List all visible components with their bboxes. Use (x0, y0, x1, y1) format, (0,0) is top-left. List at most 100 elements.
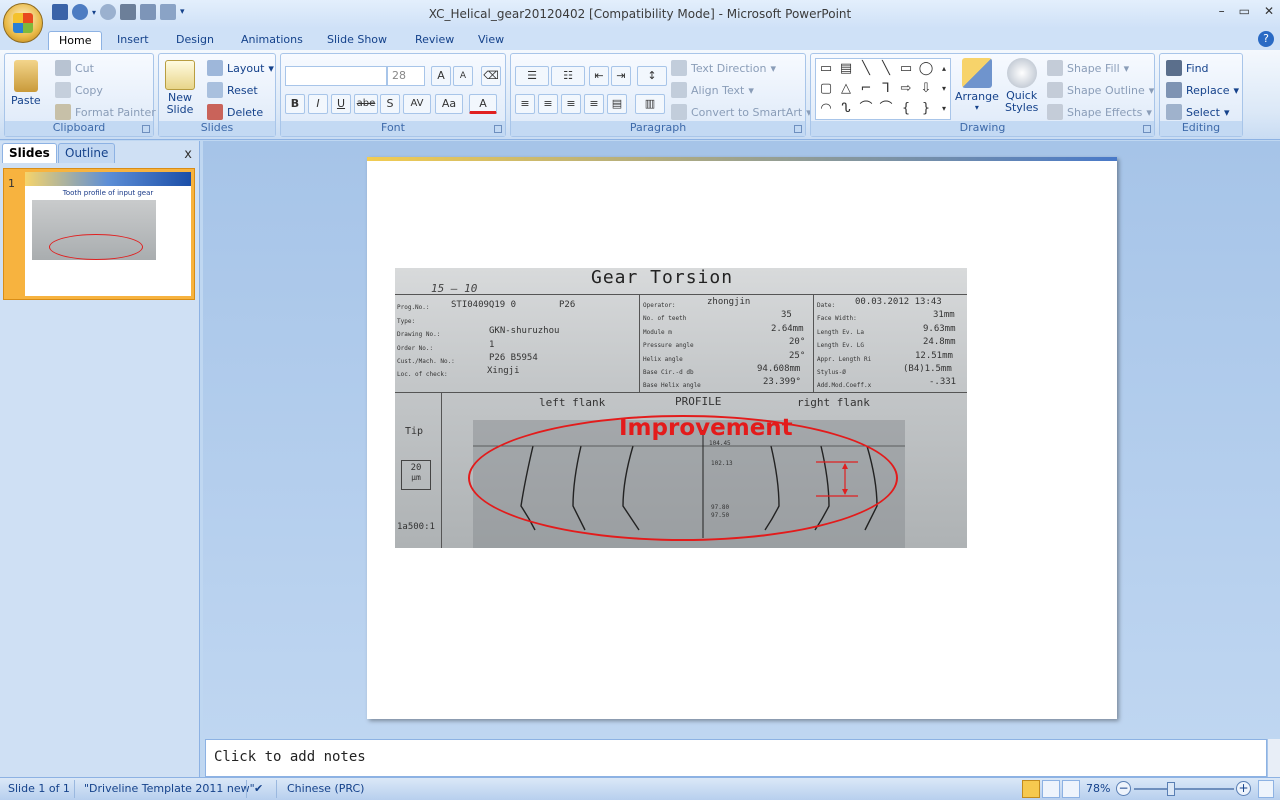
maximize-button[interactable]: ▭ (1239, 4, 1250, 18)
convert-smartart-button[interactable]: Convert to SmartArt ▾ (671, 104, 812, 120)
language-indicator[interactable]: Chinese (PRC) (287, 782, 364, 795)
tab-slide-show[interactable]: Slide Show (317, 31, 397, 50)
tab-home[interactable]: Home (48, 31, 103, 50)
char-spacing-button[interactable]: AV (403, 94, 431, 114)
shrink-font-button[interactable]: A (453, 66, 473, 86)
help-icon[interactable]: ? (1258, 31, 1274, 47)
normal-view-icon[interactable] (1022, 780, 1040, 798)
shape-elbow[interactable]: ⌐ (858, 81, 874, 97)
paragraph-launcher-icon[interactable] (794, 125, 802, 133)
shape-arc[interactable]: ◠ (818, 101, 834, 117)
tab-animations[interactable]: Animations (231, 31, 313, 50)
columns-button[interactable]: ▥ (635, 94, 665, 114)
shape-right-arrow[interactable]: ⇨ (898, 81, 914, 97)
close-button[interactable]: ✕ (1264, 4, 1274, 18)
copy-button[interactable]: Copy (55, 82, 103, 98)
shape-oval[interactable]: ◯ (918, 61, 934, 77)
zoom-slider-thumb[interactable] (1167, 782, 1175, 796)
notes-scrollbar[interactable] (1267, 739, 1280, 777)
shape-curve[interactable]: ⌒ (858, 101, 874, 117)
align-center-button[interactable]: ≡ (538, 94, 558, 114)
bullets-button[interactable]: ☰ (515, 66, 549, 86)
close-pane-icon[interactable]: x (184, 147, 192, 162)
shape-elbow-arrow[interactable]: ⅂ (878, 81, 894, 97)
font-launcher-icon[interactable] (494, 125, 502, 133)
shape-vtextbox[interactable]: ▤ (838, 61, 854, 77)
text-direction-button[interactable]: Text Direction ▾ (671, 60, 776, 76)
zoom-slider-track[interactable] (1134, 788, 1234, 790)
tab-review[interactable]: Review (405, 31, 464, 50)
italic-button[interactable]: I (308, 94, 328, 114)
shape-curve-2[interactable]: ⌒ (878, 101, 894, 117)
bold-button[interactable]: B (285, 94, 305, 114)
quick-styles-button[interactable]: Quick Styles (1005, 58, 1038, 114)
reset-button[interactable]: Reset (207, 82, 258, 98)
zoom-in-icon[interactable]: + (1236, 781, 1251, 796)
shape-outline-button[interactable]: Shape Outline ▾ (1047, 82, 1154, 98)
drawing-launcher-icon[interactable] (1143, 125, 1151, 133)
grow-font-button[interactable]: A (431, 66, 451, 86)
paste-button[interactable]: Paste (11, 60, 41, 107)
notes-pane[interactable]: Click to add notes (205, 739, 1267, 777)
improvement-label[interactable]: Improvement (619, 415, 793, 441)
format-painter-button[interactable]: Format Painter (55, 104, 156, 120)
shape-triangle[interactable]: △ (838, 81, 854, 97)
slide-canvas[interactable]: Gear Torsion 15 — 10 Prog.No.: STI0409Q1… (367, 157, 1117, 719)
delete-button[interactable]: Delete (207, 104, 263, 120)
slideshow-view-icon[interactable] (1062, 780, 1080, 798)
justify-button[interactable]: ≡ (584, 94, 604, 114)
shape-effects-button[interactable]: Shape Effects ▾ (1047, 104, 1152, 120)
arrange-button[interactable]: Arrange ▾ (955, 58, 999, 112)
clipboard-launcher-icon[interactable] (142, 125, 150, 133)
shape-arrow[interactable]: ╲ (878, 61, 894, 77)
strikethrough-button[interactable]: abe (354, 94, 378, 114)
underline-button[interactable]: U (331, 94, 351, 114)
change-case-button[interactable]: Aa (435, 94, 463, 114)
tab-view[interactable]: View (468, 31, 514, 50)
shape-left-brace[interactable]: { (898, 101, 914, 117)
shape-rounded-rect[interactable]: ▢ (818, 81, 834, 97)
zoom-out-icon[interactable]: − (1116, 781, 1131, 796)
align-left-button[interactable]: ≡ (515, 94, 535, 114)
font-color-button[interactable]: A (469, 94, 497, 114)
tab-slides[interactable]: Slides (2, 143, 57, 163)
tab-outline[interactable]: Outline (58, 143, 116, 163)
slide-sorter-icon[interactable] (1042, 780, 1060, 798)
zoom-level[interactable]: 78% (1086, 782, 1110, 795)
shape-down-arrow[interactable]: ⇩ (918, 81, 934, 97)
shape-lightning[interactable]: ᔐ (838, 101, 854, 117)
replace-button[interactable]: Replace ▾ (1166, 82, 1239, 98)
shape-fill-button[interactable]: Shape Fill ▾ (1047, 60, 1129, 76)
align-text-button[interactable]: Align Text ▾ (671, 82, 754, 98)
minimize-button[interactable]: – (1219, 4, 1225, 18)
tab-insert[interactable]: Insert (107, 31, 159, 50)
gallery-up-icon[interactable]: ▴ (938, 61, 950, 77)
clear-format-icon[interactable]: ⌫ (481, 66, 501, 86)
office-button[interactable] (3, 3, 43, 43)
distributed-button[interactable]: ▤ (607, 94, 627, 114)
tab-design[interactable]: Design (166, 31, 224, 50)
increase-indent-button[interactable]: ⇥ (611, 66, 631, 86)
fit-to-window-icon[interactable] (1258, 780, 1274, 798)
spellcheck-icon[interactable]: ✔ (254, 782, 270, 796)
font-name-combo[interactable] (285, 66, 387, 86)
slide-thumbnail-1[interactable]: 1 Tooth profile of input gear (3, 168, 195, 300)
gallery-more-icon[interactable]: ▾ (938, 101, 950, 117)
find-button[interactable]: Find (1166, 60, 1209, 76)
shape-line[interactable]: ╲ (858, 61, 874, 77)
double-arrow-icon[interactable] (816, 461, 858, 497)
shape-textbox[interactable]: ▭ (818, 61, 834, 77)
decrease-indent-button[interactable]: ⇤ (589, 66, 609, 86)
cut-button[interactable]: Cut (55, 60, 94, 76)
shape-rectangle[interactable]: ▭ (898, 61, 914, 77)
align-right-button[interactable]: ≡ (561, 94, 581, 114)
select-button[interactable]: Select ▾ (1166, 104, 1229, 120)
gallery-down-icon[interactable]: ▾ (938, 81, 950, 97)
template-name[interactable]: "Driveline Template 2011 new" (84, 782, 255, 795)
font-size-combo[interactable]: 28 (387, 66, 425, 86)
shadow-button[interactable]: S (380, 94, 400, 114)
numbering-button[interactable]: ☷ (551, 66, 585, 86)
shape-right-brace[interactable]: } (918, 101, 934, 117)
new-slide-button[interactable]: New Slide (165, 60, 195, 116)
layout-button[interactable]: Layout ▾ (207, 60, 274, 76)
